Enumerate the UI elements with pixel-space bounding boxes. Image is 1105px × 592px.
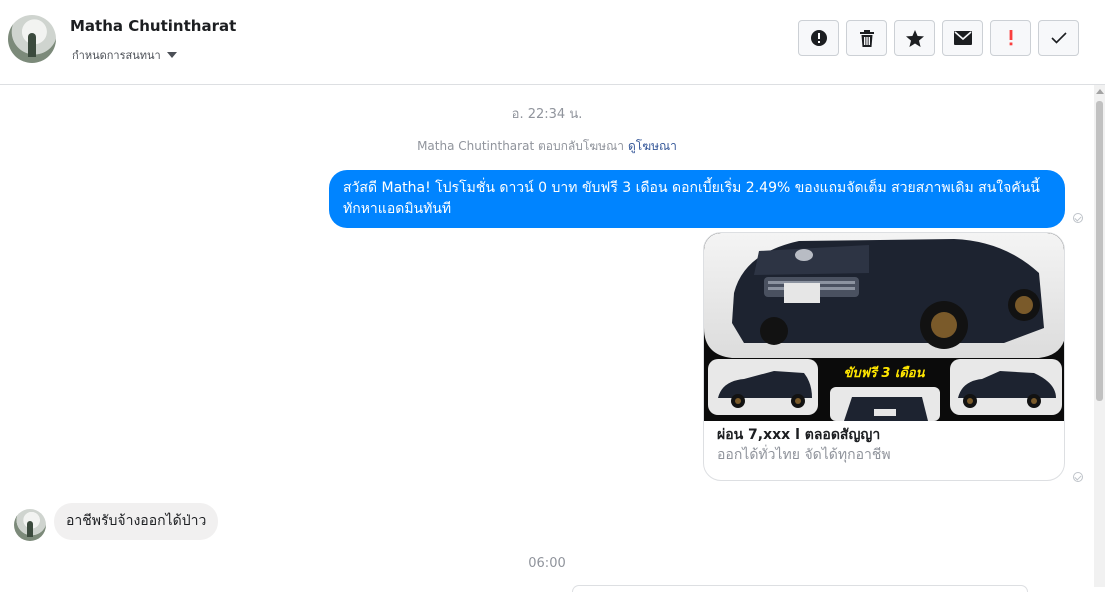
ad-card-title: ผ่อน 7,xxx l ตลอดสัญญา xyxy=(717,427,881,443)
ad-card[interactable]: ขับฟรี 3 เดือน ผ่อน 7,xxx l ตลอดสัญญา ออ… xyxy=(703,232,1065,481)
ad-card-subtitle: ออกได้ทั่วไทย จัดได้ทุกอาชีพ xyxy=(717,447,891,463)
mark-unread-button[interactable] xyxy=(942,20,983,56)
promo-banner-text: ขับฟรี 3 เดือน xyxy=(843,365,925,381)
sender-avatar[interactable] xyxy=(14,509,46,541)
incoming-message[interactable]: อาชีพรับจ้างออกได้ป่าว xyxy=(54,503,219,540)
view-ad-link[interactable]: ดูโฆษณา xyxy=(628,139,677,153)
contact-name[interactable]: Matha Chutintharat xyxy=(70,17,236,35)
caret-down-icon xyxy=(166,52,177,58)
star-icon xyxy=(905,29,924,47)
ad-reply-text: Matha Chutintharat ตอบกลับโฆษณา xyxy=(417,139,624,153)
envelope-icon xyxy=(953,31,972,45)
important-icon xyxy=(1009,30,1012,46)
header-actions xyxy=(798,20,1079,56)
conversation-menu[interactable]: กำหนดการสนทนา xyxy=(72,46,177,64)
scrollbar-thumb[interactable] xyxy=(1096,101,1103,401)
conversation-menu-label: กำหนดการสนทนา xyxy=(72,49,161,62)
timestamp: อ. 22:34 น. xyxy=(511,107,583,122)
avatar[interactable] xyxy=(8,15,56,63)
trash-icon xyxy=(859,29,874,47)
scroll-up-arrow-icon[interactable] xyxy=(1096,89,1104,94)
ad-image[interactable]: ขับฟรี 3 เดือน xyxy=(704,233,1064,421)
next-message-edge xyxy=(572,585,1028,592)
timestamp: 06:00 xyxy=(528,556,566,571)
report-button[interactable] xyxy=(798,20,839,56)
seen-check-icon xyxy=(1073,472,1083,482)
mark-important-button[interactable] xyxy=(990,20,1031,56)
pickup-truck-image: ขับฟรี 3 เดือน xyxy=(704,233,1064,421)
conversation-header: Matha Chutintharat กำหนดการสนทนา xyxy=(0,0,1105,85)
star-button[interactable] xyxy=(894,20,935,56)
mark-done-button[interactable] xyxy=(1038,20,1079,56)
outgoing-message[interactable]: สวัสดี Matha! โปรโมชั่น ดาวน์ 0 บาท ขับฟ… xyxy=(329,170,1065,228)
check-icon xyxy=(1050,32,1067,44)
delete-button[interactable] xyxy=(846,20,887,56)
message-thread[interactable]: อ. 22:34 น. Matha Chutintharat ตอบกลับโฆ… xyxy=(0,85,1094,592)
ad-reply-note: Matha Chutintharat ตอบกลับโฆษณา ดูโฆษณา xyxy=(0,137,1094,156)
scrollbar[interactable] xyxy=(1094,85,1105,587)
exclamation-circle-icon xyxy=(810,30,827,46)
seen-check-icon xyxy=(1073,213,1083,223)
